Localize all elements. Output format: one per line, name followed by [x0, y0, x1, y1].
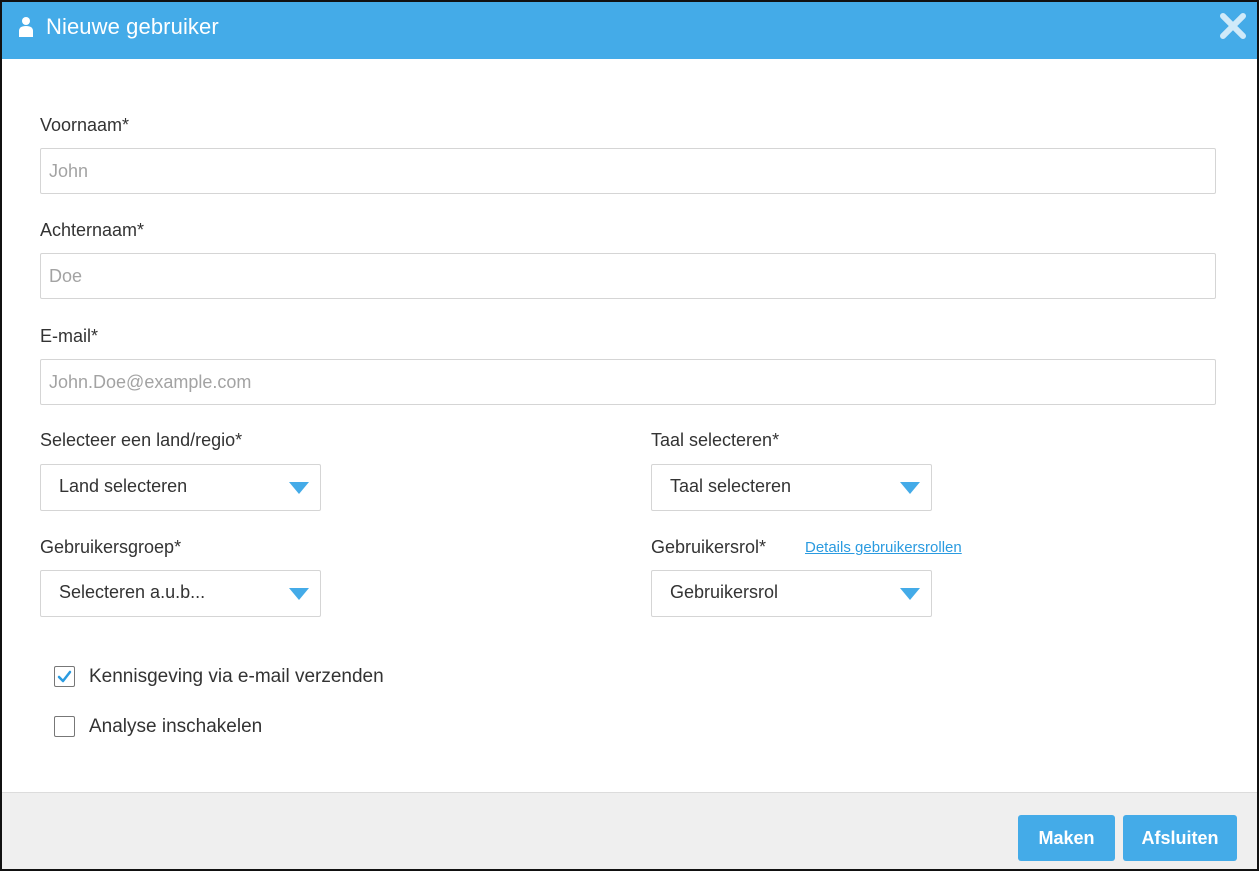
first-name-input[interactable]: [40, 148, 1216, 194]
user-role-select-value: Gebruikersrol: [670, 582, 779, 602]
user-role-select[interactable]: Gebruikersrol: [651, 570, 932, 617]
user-group-select[interactable]: Selecteren a.u.b...: [40, 570, 321, 617]
email-input[interactable]: [40, 359, 1216, 405]
language-label: Taal selecteren*: [651, 430, 780, 450]
last-name-input[interactable]: [40, 253, 1216, 299]
analytics-label: Analyse inschakelen: [89, 716, 263, 737]
new-user-dialog: Nieuwe gebruiker Voornaam* Achternaam* E…: [0, 0, 1259, 871]
language-select[interactable]: Taal selecteren: [651, 464, 932, 511]
user-role-details-link[interactable]: Details gebruikersrollen: [805, 539, 962, 556]
country-label: Selecteer een land/regio*: [40, 430, 243, 450]
close-button[interactable]: Afsluiten: [1123, 815, 1237, 861]
user-group-label: Gebruikersgroep*: [40, 537, 182, 557]
checkmark-icon: [57, 670, 72, 683]
email-notification-checkbox[interactable]: [54, 666, 75, 687]
user-role-label: Gebruikersrol*: [651, 537, 767, 557]
first-name-label: Voornaam*: [40, 115, 130, 135]
user-group-select-value: Selecteren a.u.b...: [59, 582, 206, 602]
email-label: E-mail*: [40, 326, 99, 346]
country-select[interactable]: Land selecteren: [40, 464, 321, 511]
analytics-checkbox[interactable]: [54, 716, 75, 737]
chevron-down-icon: [289, 481, 309, 499]
chevron-down-icon: [900, 587, 920, 605]
last-name-label: Achternaam*: [40, 220, 145, 240]
close-icon[interactable]: [1219, 12, 1247, 40]
dialog-title: Nieuwe gebruiker: [46, 14, 219, 39]
user-icon: [18, 16, 34, 43]
create-button[interactable]: Maken: [1018, 815, 1115, 861]
language-select-value: Taal selecteren: [670, 476, 792, 496]
chevron-down-icon: [289, 587, 309, 605]
dialog-header: Nieuwe gebruiker: [2, 2, 1257, 59]
dialog-footer: Maken Afsluiten: [2, 792, 1257, 869]
country-select-value: Land selecteren: [59, 476, 188, 496]
chevron-down-icon: [900, 481, 920, 499]
email-notification-label: Kennisgeving via e-mail verzenden: [89, 666, 384, 687]
